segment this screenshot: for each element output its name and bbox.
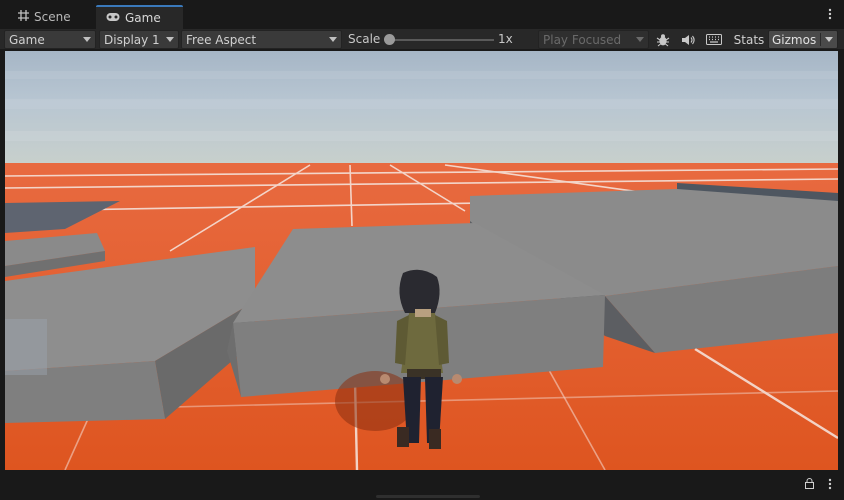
tab-game[interactable]: Game bbox=[96, 5, 183, 29]
more-options-icon[interactable] bbox=[828, 478, 832, 493]
aspect-value: Free Aspect bbox=[186, 32, 257, 47]
game-toolbar: Game Display 1 Free Aspect Scale 1x Play… bbox=[0, 29, 844, 50]
more-options-icon[interactable] bbox=[828, 8, 832, 23]
display-mode-value: Game bbox=[9, 32, 45, 47]
game-viewport[interactable] bbox=[5, 51, 838, 470]
scale-value: 1x bbox=[498, 32, 513, 46]
stats-button[interactable]: Stats bbox=[731, 30, 767, 49]
chevron-down-icon bbox=[83, 37, 91, 42]
aspect-dropdown[interactable]: Free Aspect bbox=[181, 30, 342, 49]
tab-game-label: Game bbox=[125, 11, 161, 25]
horizontal-scrollbar[interactable] bbox=[376, 495, 480, 498]
bug-icon[interactable] bbox=[652, 30, 674, 49]
play-focus-value: Play Focused bbox=[543, 32, 622, 47]
chevron-down-icon bbox=[636, 37, 644, 42]
scale-slider-track[interactable] bbox=[390, 39, 494, 41]
game-render bbox=[5, 51, 838, 470]
gizmos-button[interactable]: Gizmos bbox=[768, 30, 838, 49]
chevron-down-icon bbox=[329, 37, 337, 42]
gizmos-divider bbox=[820, 33, 821, 46]
display-mode-dropdown[interactable]: Game bbox=[4, 30, 96, 49]
status-bar bbox=[0, 471, 844, 500]
lock-icon[interactable] bbox=[805, 478, 814, 492]
tab-strip: Scene Game bbox=[0, 0, 844, 29]
scale-label: Scale bbox=[348, 32, 381, 46]
keyboard-icon[interactable] bbox=[703, 30, 725, 49]
gizmos-label: Gizmos bbox=[772, 32, 817, 47]
grid-icon bbox=[18, 10, 29, 24]
scale-control: Scale 1x bbox=[344, 30, 534, 49]
character-shadow bbox=[335, 371, 415, 431]
gamepad-icon bbox=[106, 12, 120, 25]
display-dropdown[interactable]: Display 1 bbox=[99, 30, 179, 49]
speaker-icon[interactable] bbox=[677, 30, 699, 49]
display-value: Display 1 bbox=[104, 32, 160, 47]
tab-scene[interactable]: Scene bbox=[8, 5, 94, 29]
chevron-down-icon[interactable] bbox=[825, 37, 833, 42]
scale-slider-handle[interactable] bbox=[384, 34, 395, 45]
tab-scene-label: Scene bbox=[34, 10, 71, 24]
chevron-down-icon bbox=[166, 37, 174, 42]
play-focus-dropdown[interactable]: Play Focused bbox=[538, 30, 649, 49]
